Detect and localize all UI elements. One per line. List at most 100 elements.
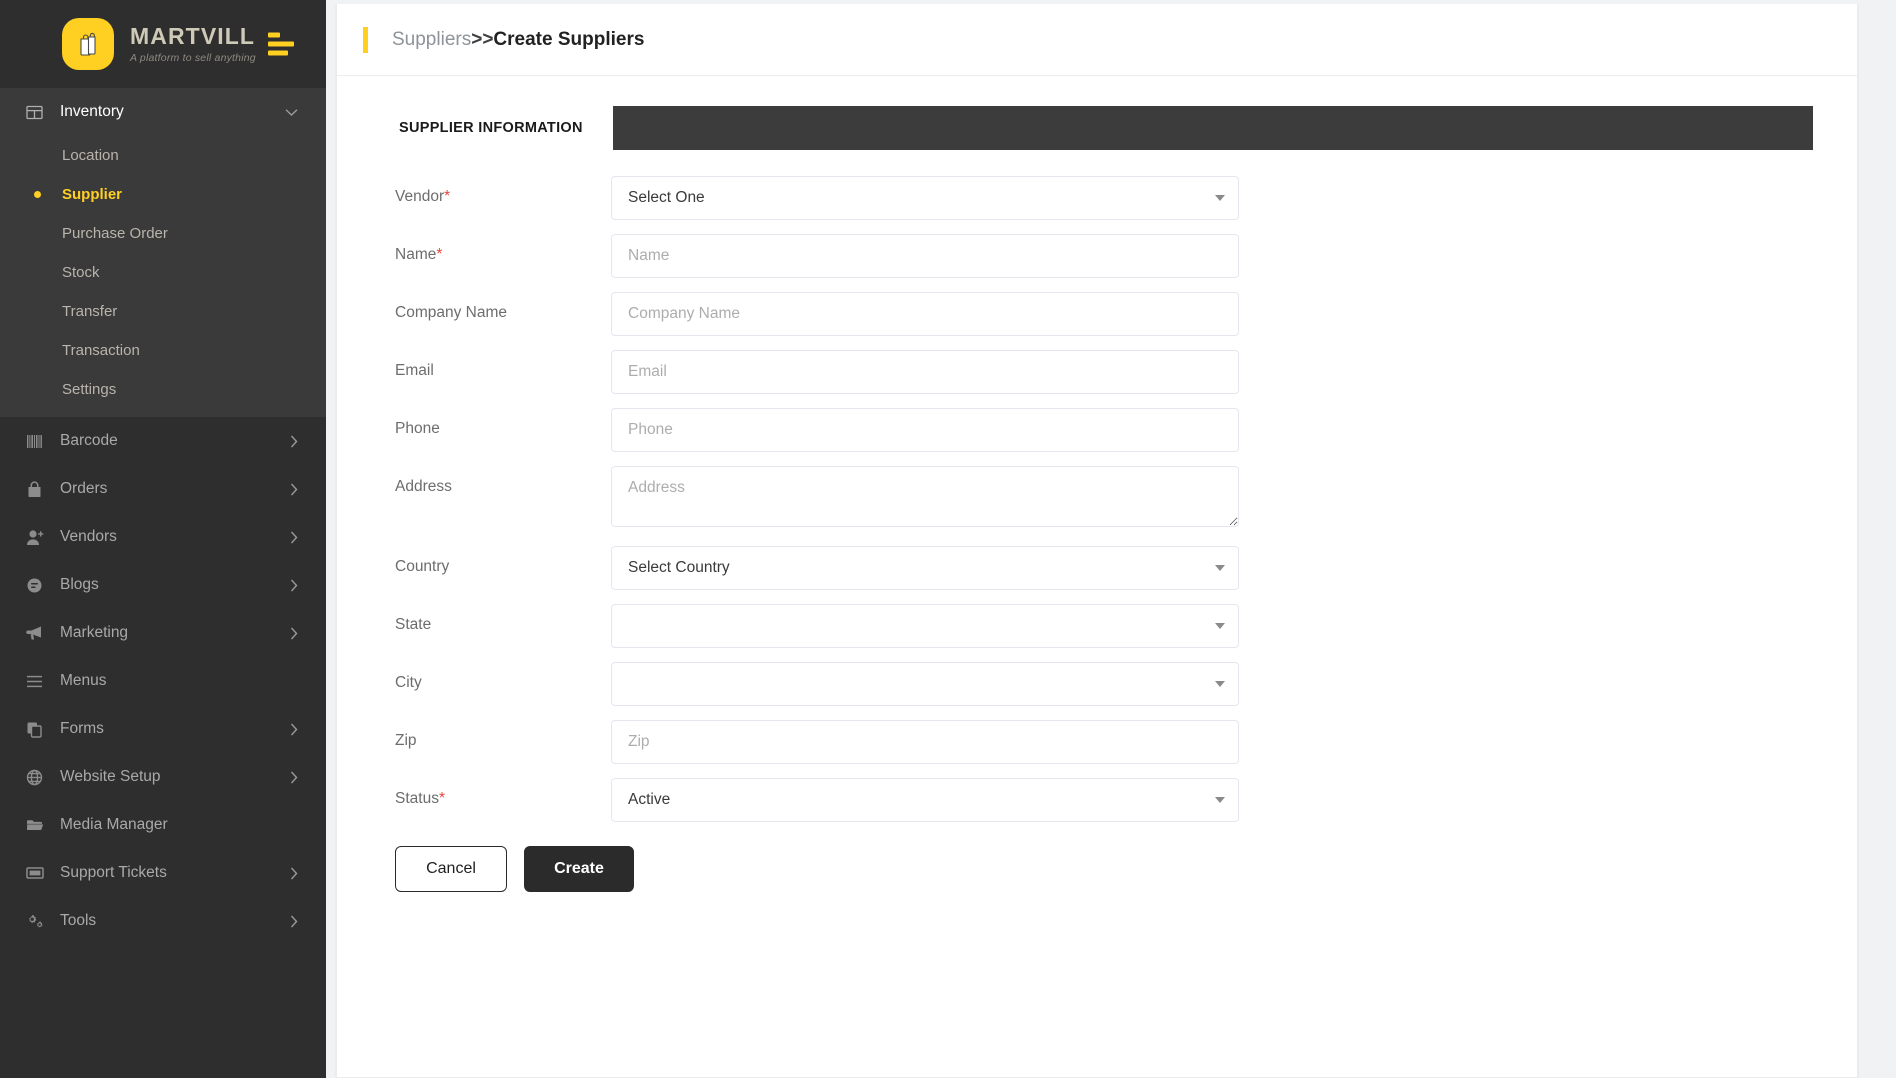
email-input[interactable]: [611, 350, 1239, 394]
sidebar-group-blogs: Blogs: [0, 561, 326, 609]
vendor-select[interactable]: Select One: [611, 176, 1239, 220]
content-panel: Suppliers>>Create Suppliers SUPPLIER INF…: [336, 4, 1858, 1078]
label-text: Email: [395, 362, 434, 379]
sidebar-item-label: Orders: [60, 480, 290, 498]
chevron-down-icon: [285, 108, 298, 117]
sidebar-item-label: Website Setup: [60, 768, 290, 786]
label-text: City: [395, 674, 422, 691]
sidebar-item-marketing[interactable]: Marketing: [0, 609, 326, 657]
sidebar-item-label: Blogs: [60, 576, 290, 594]
state-select[interactable]: [611, 604, 1239, 648]
phone-input[interactable]: [611, 408, 1239, 452]
city-select[interactable]: [611, 662, 1239, 706]
tab-label: SUPPLIER INFORMATION: [399, 120, 583, 136]
sidebar-subitem-label: Purchase Order: [62, 225, 168, 242]
field-row-email: Email: [369, 350, 1857, 394]
label-state: State: [369, 604, 611, 634]
company-name-input[interactable]: [611, 292, 1239, 336]
brand-name: MARTVILL: [130, 25, 256, 48]
select-wrapper-state: [611, 604, 1239, 648]
sidebar-item-transfer[interactable]: Transfer: [0, 292, 326, 331]
control-country: Select Country: [611, 546, 1239, 590]
chevron-right-icon: [290, 723, 298, 736]
field-row-company-name: Company Name: [369, 292, 1857, 336]
breadcrumb-text: Suppliers>>Create Suppliers: [392, 29, 644, 51]
control-status: Active: [611, 778, 1239, 822]
sidebar-subitem-label: Stock: [62, 264, 100, 281]
sidebar-item-website-setup[interactable]: Website Setup: [0, 753, 326, 801]
cancel-button[interactable]: Cancel: [395, 846, 507, 892]
tab-supplier-information[interactable]: SUPPLIER INFORMATION: [369, 106, 613, 150]
breadcrumb-parent[interactable]: Suppliers: [392, 29, 471, 50]
label-vendor: Vendor*: [369, 176, 611, 206]
sidebar-item-transaction[interactable]: Transaction: [0, 331, 326, 370]
sidebar-group-forms: Forms: [0, 705, 326, 753]
control-vendor: Select One: [611, 176, 1239, 220]
sidebar-submenu-inventory: Location Supplier Purchase Order Stock: [0, 136, 326, 417]
sidebar-item-support-tickets[interactable]: Support Tickets: [0, 849, 326, 897]
copy-icon: [26, 721, 52, 738]
sidebar-item-stock[interactable]: Stock: [0, 253, 326, 292]
gears-icon: [26, 913, 52, 930]
sidebar-item-purchase-order[interactable]: Purchase Order: [0, 214, 326, 253]
sidebar-item-supplier[interactable]: Supplier: [0, 175, 326, 214]
sidebar-item-blogs[interactable]: Blogs: [0, 561, 326, 609]
sidebar-subitem-label: Transaction: [62, 342, 140, 359]
sidebar-group-support-tickets: Support Tickets: [0, 849, 326, 897]
label-email: Email: [369, 350, 611, 380]
sidebar-item-label: Support Tickets: [60, 864, 290, 882]
label-name: Name*: [369, 234, 611, 264]
create-button[interactable]: Create: [524, 846, 634, 892]
form-container: SUPPLIER INFORMATION Vendor* Select One: [337, 76, 1857, 892]
sidebar-item-menus[interactable]: Menus: [0, 657, 326, 705]
tab-bar: SUPPLIER INFORMATION: [369, 106, 1813, 150]
bullet-icon: [26, 191, 48, 198]
sidebar-item-location[interactable]: Location: [0, 136, 326, 175]
sidebar-item-media-manager[interactable]: Media Manager: [0, 801, 326, 849]
chevron-right-icon: [290, 915, 298, 928]
country-select[interactable]: Select Country: [611, 546, 1239, 590]
folder-open-icon: [26, 818, 52, 832]
sidebar-item-label: Forms: [60, 720, 290, 738]
sidebar-subitem-label: Settings: [62, 381, 116, 398]
sidebar: MARTVILL A platform to sell anything: [0, 0, 326, 1078]
field-row-phone: Phone: [369, 408, 1857, 452]
chevron-right-icon: [290, 771, 298, 784]
sidebar-group-orders: Orders: [0, 465, 326, 513]
bullet-icon: [26, 230, 48, 237]
sidebar-item-settings[interactable]: Settings: [0, 370, 326, 409]
sidebar-toggle-icon[interactable]: [268, 33, 294, 56]
status-select[interactable]: Active: [611, 778, 1239, 822]
sidebar-subitem-label: Transfer: [62, 303, 117, 320]
sidebar-item-label: Media Manager: [60, 816, 298, 834]
sidebar-group-marketing: Marketing: [0, 609, 326, 657]
brand-tagline: A platform to sell anything: [130, 52, 256, 64]
sidebar-group-menus: Menus: [0, 657, 326, 705]
sidebar-group-tools: Tools: [0, 897, 326, 945]
label-text: Zip: [395, 732, 417, 749]
chevron-right-icon: [290, 435, 298, 448]
sidebar-group-vendors: Vendors: [0, 513, 326, 561]
breadcrumb: Suppliers>>Create Suppliers: [337, 4, 1857, 76]
label-city: City: [369, 662, 611, 692]
sidebar-item-tools[interactable]: Tools: [0, 897, 326, 945]
sidebar-item-label: Marketing: [60, 624, 290, 642]
sidebar-item-label: Barcode: [60, 432, 290, 450]
address-textarea[interactable]: [611, 466, 1239, 527]
sidebar-item-forms[interactable]: Forms: [0, 705, 326, 753]
brand-text: MARTVILL A platform to sell anything: [130, 25, 256, 64]
label-text: Address: [395, 478, 452, 495]
ticket-icon: [26, 866, 52, 880]
sidebar-item-vendors[interactable]: Vendors: [0, 513, 326, 561]
zip-input[interactable]: [611, 720, 1239, 764]
bag-icon: [26, 481, 52, 498]
name-input[interactable]: [611, 234, 1239, 278]
sidebar-item-label: Inventory: [60, 103, 285, 121]
sidebar-item-barcode[interactable]: Barcode: [0, 417, 326, 465]
field-row-city: City: [369, 662, 1857, 706]
sidebar-item-inventory[interactable]: Inventory: [0, 88, 326, 136]
main-content: Suppliers>>Create Suppliers SUPPLIER INF…: [326, 0, 1896, 1078]
sidebar-item-orders[interactable]: Orders: [0, 465, 326, 513]
supplier-form: Vendor* Select One Name*: [369, 150, 1857, 892]
required-asterisk: *: [439, 790, 445, 807]
